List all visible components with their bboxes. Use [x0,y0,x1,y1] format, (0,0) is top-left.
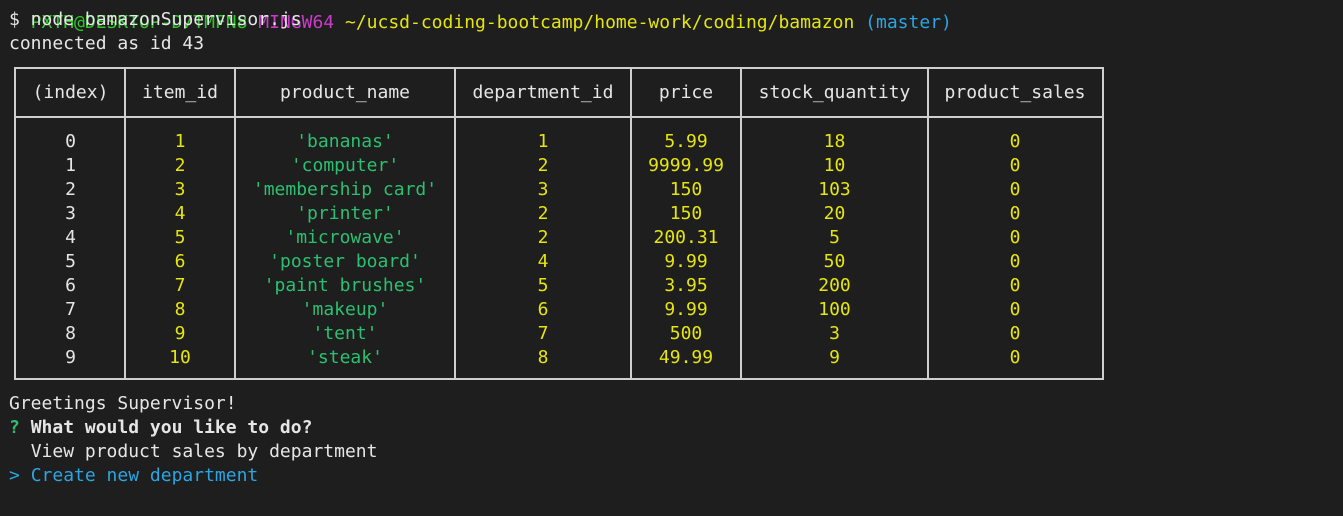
table-cell: 3 [174,179,186,200]
table-cell: 5.99 [664,131,708,152]
header-separator [16,116,1102,118]
table-cell: 'poster board' [269,251,421,272]
table-cell: 2 [537,155,549,176]
connection-status: connected as id 43 [9,33,205,54]
table-cell: 0 [1009,155,1021,176]
table-cell: 150 [669,203,703,224]
table-cell: 49.99 [658,347,714,368]
table-cell: 'membership card' [252,179,438,200]
table-cell: 'microwave' [285,227,405,248]
header-index: (index) [32,82,109,103]
table-cell: 9.99 [664,299,708,320]
table-cell: 9999.99 [648,155,724,176]
prompt-branch: (master) [865,12,952,33]
table-cell: 10 [169,347,191,368]
table-cell: 2 [537,227,549,248]
header-item-id: item_id [142,82,218,103]
table-cell: 6 [174,251,186,272]
table-cell: 2 [537,203,549,224]
header-price: price [658,82,714,103]
table-cell: 'makeup' [301,299,389,320]
table-cell: 5 [65,251,76,272]
table-cell: 'paint brushes' [263,275,427,296]
table-cell: 3 [537,179,549,200]
table-cell: 3 [829,323,840,344]
table-cell: 100 [818,299,851,320]
table-cell: 6 [65,275,76,296]
table-cell: 5 [174,227,186,248]
table-cell: 0 [1009,131,1021,152]
table-cell: 200.31 [653,227,719,248]
table-cell: 2 [65,179,76,200]
table-cell: 0 [1009,251,1021,272]
table-cell: 0 [1009,275,1021,296]
command-line: $ node bamazonSupervisor.js [9,9,302,30]
table-cell: 1 [174,131,186,152]
greeting-text: Greetings Supervisor! [9,393,237,414]
pointer-icon: > [9,465,20,486]
table-cell: 3.95 [664,275,708,296]
question-mark-icon: ? [9,417,20,438]
table-cell: 0 [1009,323,1021,344]
table-cell: 6 [537,299,549,320]
option-label: View product sales by department [30,441,378,462]
table-cell: 4 [65,227,76,248]
table-cell: 4 [537,251,549,272]
header-stock-quantity: stock_quantity [758,82,911,103]
table-cell: 103 [818,179,851,200]
table-cell: 10 [823,155,846,176]
table-cell: 7 [65,299,76,320]
table-cell: 5 [537,275,549,296]
table-cell: 200 [818,275,851,296]
table-cell: 'tent' [312,323,378,344]
table-cell: 0 [65,131,76,152]
menu-question: ? What would you like to do? [9,416,312,440]
menu-option-create-department[interactable]: > Create new department [9,464,258,488]
table-cell: 0 [1009,179,1021,200]
prompt-path: ~/ucsd-coding-bootcamp/home-work/coding/… [344,12,855,33]
table-cell: 18 [823,131,846,152]
table-cell: 9.99 [664,251,708,272]
option-label: Create new department [30,465,259,486]
question-text: What would you like to do? [30,417,313,438]
header-department-id: department_id [472,82,614,103]
menu-option-view-sales[interactable]: View product sales by department [9,440,378,464]
table-cell: 'printer' [296,203,394,224]
table-cell: 9 [174,323,186,344]
table-cell: 20 [823,203,846,224]
table-cell: 'computer' [290,155,400,176]
table-cell: 150 [669,179,703,200]
table-cell: 8 [537,347,549,368]
table-cell: 7 [537,323,549,344]
table-cell: 5 [829,227,840,248]
table-cell: 3 [65,203,76,224]
table-cell: 0 [1009,203,1021,224]
table-cell: 'bananas' [296,131,394,152]
table-cell: 0 [1009,227,1021,248]
table-cell: 0 [1009,299,1021,320]
table-cell: 9 [65,347,76,368]
header-product-name: product_name [279,82,411,103]
table-cell: 0 [1009,347,1021,368]
table-cell: 1 [537,131,549,152]
products-table: (index) item_id product_name department_id p… [14,67,1104,380]
table-cell: 500 [669,323,703,344]
header-product-sales: product_sales [944,82,1086,103]
table-cell: 1 [65,155,76,176]
table-cell: 8 [174,299,186,320]
table-cell: 9 [829,347,840,368]
table-cell: 8 [65,323,76,344]
table-cell: 50 [823,251,846,272]
table-cell: 7 [174,275,186,296]
table-cell: 'steak' [307,347,383,368]
table-cell: 4 [174,203,186,224]
table-cell: 2 [174,155,186,176]
